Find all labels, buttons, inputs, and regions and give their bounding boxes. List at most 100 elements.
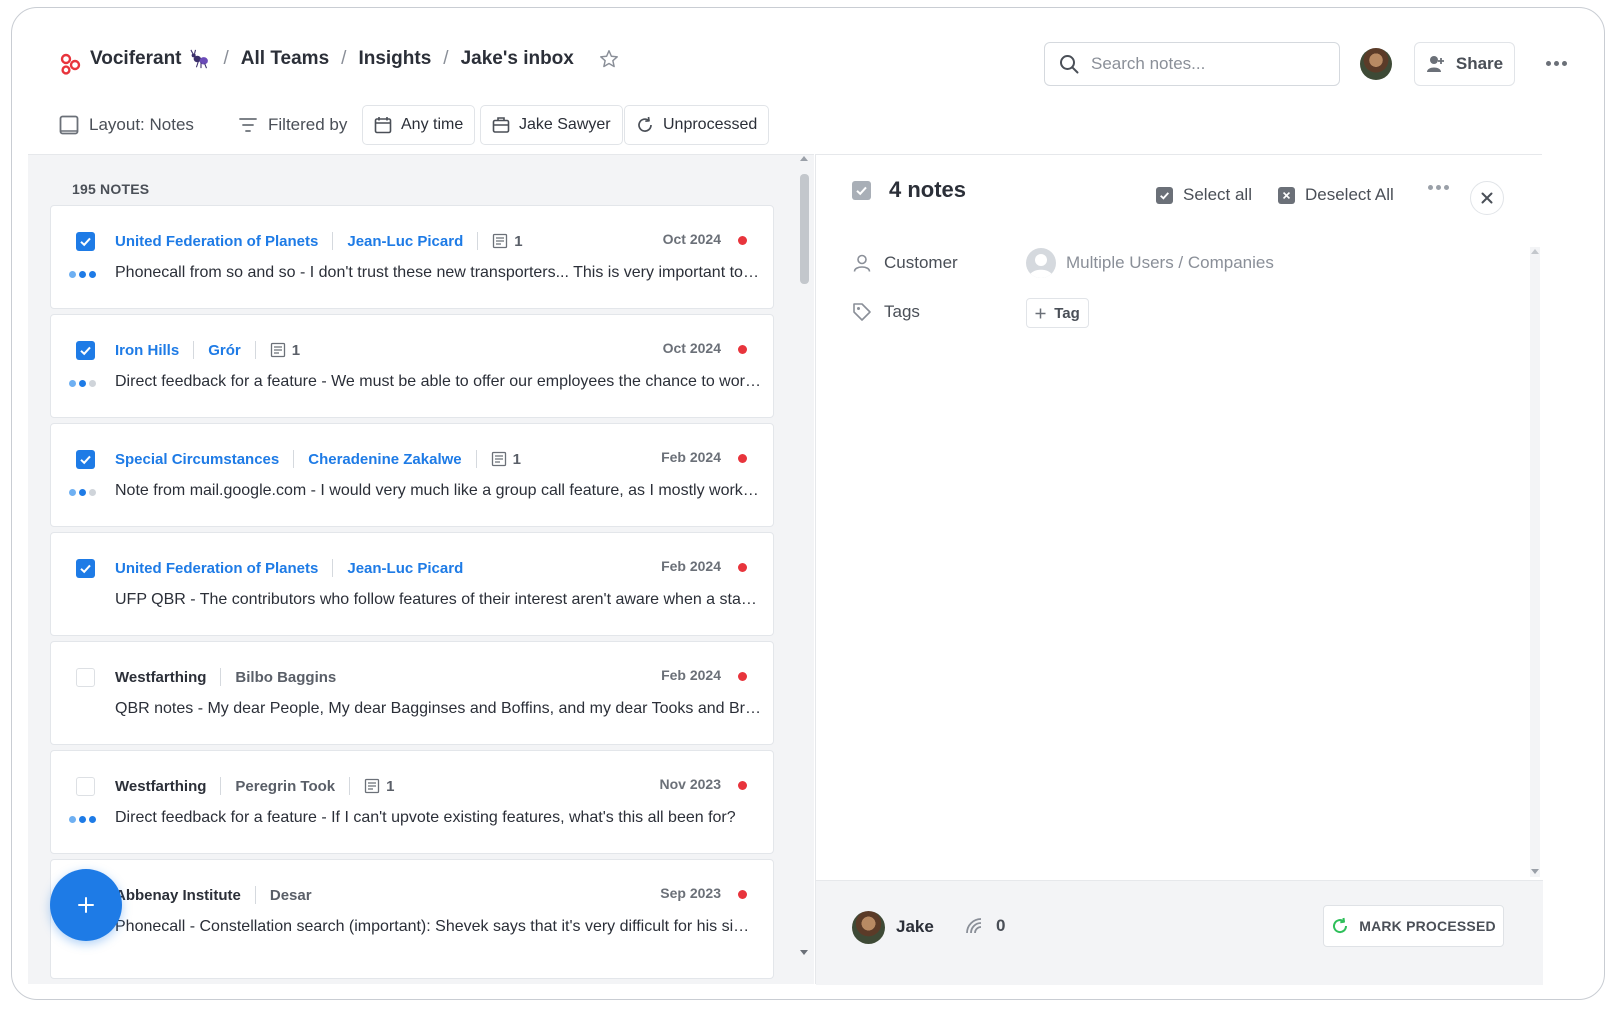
breadcrumb-all-teams[interactable]: All Teams [241,48,329,70]
scroll-up-arrow[interactable] [800,156,808,161]
note-date: Feb 2024 [661,667,721,683]
notes-scroll-thumb[interactable] [800,174,809,284]
note-date: Sep 2023 [660,885,721,901]
top-bar: Vociferant / All Teams / Insights / Jake… [12,8,1604,98]
note-excerpt: Note from mail.google.com - I would very… [115,482,761,499]
share-label: Share [1455,54,1504,73]
filter-toggle[interactable]: Filtered by [238,105,347,145]
note-count-value: 1 [512,450,521,468]
meta-divider [254,886,256,904]
filter-owner-label: Jake Sawyer [519,116,611,133]
detail-scrollbar[interactable] [1530,247,1540,877]
impact-counter[interactable]: 0 [964,916,1005,936]
note-checkbox[interactable] [76,559,95,578]
scroll-up-arrow[interactable] [1531,249,1539,254]
add-tag-button[interactable]: Tag [1026,298,1089,328]
note-company-link[interactable]: Westfarthing [115,778,206,795]
meta-divider [220,668,222,686]
note-checkbox[interactable] [76,668,95,687]
star-icon[interactable] [598,48,620,70]
select-all-button[interactable]: Select all [1156,185,1252,205]
note-person-link[interactable]: Bilbo Baggins [235,669,336,686]
note-person-link[interactable]: Jean-Luc Picard [347,560,463,577]
note-checkbox[interactable] [76,777,95,796]
note-card[interactable]: Westfarthing Bilbo Baggins Feb 2024 QBR … [50,641,774,745]
note-count-value: 1 [386,777,395,795]
note-card[interactable]: Abbenay Institute Desar Sep 2023 Phoneca… [50,859,774,979]
scroll-down-arrow[interactable] [800,950,808,955]
note-date: Feb 2024 [661,449,721,465]
unread-indicator [738,563,747,572]
select-all-checkbox-icon [1156,186,1173,204]
note-excerpt: QBR notes - My dear People, My dear Bagg… [115,700,761,717]
note-excerpt: Phonecall - Constellation search (import… [115,918,761,935]
brand-name[interactable]: Vociferant [90,48,182,70]
note-meta: Westfarthing Bilbo Baggins [115,666,336,688]
note-company-link[interactable]: Special Circumstances [115,451,279,468]
note-count-value: 1 [291,341,301,359]
filter-time-label: Any time [401,116,464,133]
checkbox-icon [80,237,91,247]
deselect-all-button[interactable]: Deselect All [1277,185,1394,205]
layout-toggle[interactable]: Layout: Notes [59,105,194,145]
note-card[interactable]: United Federation of Planets Jean-Luc Pi… [50,205,774,309]
note-person-link[interactable]: Jean-Luc Picard [347,233,463,250]
search-input[interactable] [1091,54,1311,74]
plus-icon [1035,308,1046,318]
note-person-link[interactable]: Peregrin Took [235,778,335,795]
share-button[interactable]: Share [1414,42,1515,86]
note-company-link[interactable]: Iron Hills [115,342,179,359]
breadcrumb-insights[interactable]: Insights [358,48,431,70]
note-company-link[interactable]: United Federation of Planets [115,233,318,250]
tag-icon [853,303,871,321]
filter-status-pill[interactable]: Unprocessed [624,105,770,145]
note-count: 1 [270,342,300,359]
filter-time-pill[interactable]: Any time [362,105,476,145]
filtered-by-label: Filtered by [268,115,348,134]
note-company-link[interactable]: Abbenay Institute [115,887,241,904]
filter-owner-pill[interactable]: Jake Sawyer [480,105,623,145]
note-meta: United Federation of Planets Jean-Luc Pi… [115,557,463,579]
note-card[interactable]: United Federation of Planets Jean-Luc Pi… [50,532,774,636]
add-note-button[interactable] [50,869,122,941]
unread-indicator [738,672,747,681]
note-checkbox[interactable] [76,232,95,251]
note-checkbox[interactable] [76,450,95,469]
note-meta: United Federation of Planets Jean-Luc Pi… [115,230,523,252]
note-date: Feb 2024 [661,558,721,574]
layout-label: Layout: Notes [89,115,194,134]
brand-logo-icon[interactable] [59,52,83,76]
note-person-link[interactable]: Desar [270,887,312,904]
more-icon-dot [1561,60,1567,66]
unread-indicator [738,781,747,790]
customer-value[interactable]: Multiple Users / Companies [1026,248,1274,278]
note-card[interactable]: Westfarthing Peregrin Took 1 Nov 2023 Di… [50,750,774,854]
meta-divider [193,341,195,359]
user-icon [853,254,871,272]
mark-processed-button[interactable]: MARK PROCESSED [1323,905,1504,947]
note-person-link[interactable]: Cheradenine Zakalwe [308,451,461,468]
note-checkbox[interactable] [76,341,95,360]
note-company-link[interactable]: Westfarthing [115,669,206,686]
close-detail-button[interactable] [1470,181,1504,215]
owner-name[interactable]: Jake [896,917,934,937]
detail-more-button[interactable] [1428,185,1449,190]
note-person-link[interactable]: Grór [208,342,241,359]
note-meta: Abbenay Institute Desar [115,884,312,906]
user-avatar[interactable] [1360,48,1392,80]
scroll-down-arrow[interactable] [1531,869,1539,874]
owner-avatar[interactable] [852,911,885,944]
unread-indicator [738,890,747,899]
add-tag-label: Tag [1054,304,1080,322]
user-icon [1029,254,1053,278]
note-card[interactable]: Iron Hills Grór 1 Oct 2024 Direct feedba… [50,314,774,418]
note-company-link[interactable]: United Federation of Planets [115,560,318,577]
bulk-checkbox[interactable] [852,180,871,200]
note-card[interactable]: Special Circumstances Cheradenine Zakalw… [50,423,774,527]
more-menu-button[interactable] [1542,52,1570,74]
deselect-all-checkbox-icon [1277,186,1295,204]
breadcrumb: Vociferant / All Teams / Insights / Jake… [90,48,620,70]
note-icon [493,233,508,249]
meta-divider [293,450,295,468]
search-box[interactable] [1044,42,1340,86]
